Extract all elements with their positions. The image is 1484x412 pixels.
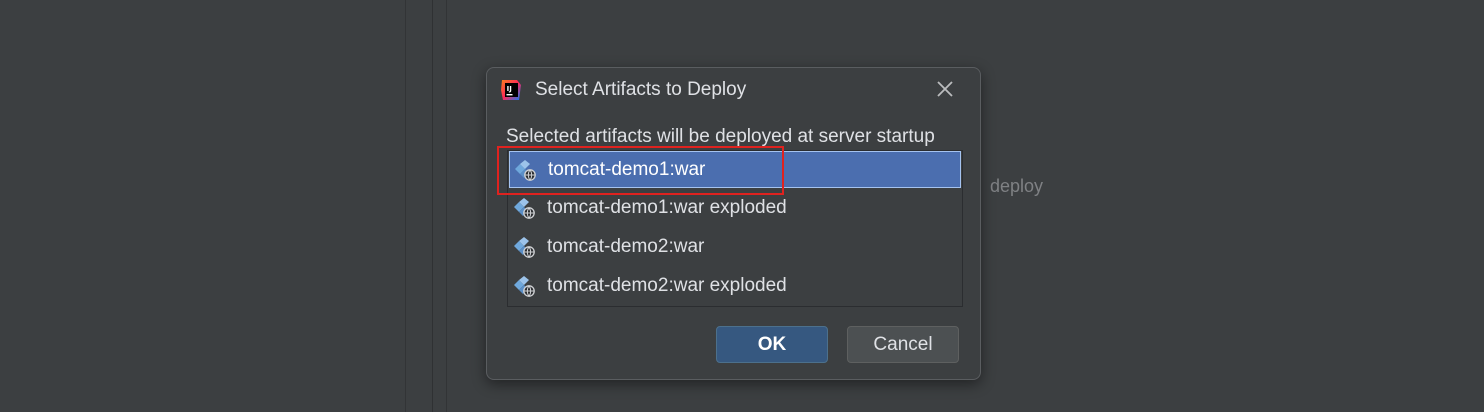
svg-text:IJ: IJ (507, 85, 512, 93)
ok-button[interactable]: OK (716, 326, 828, 363)
gutter-divider (432, 0, 433, 412)
artifact-list-item[interactable]: tomcat-demo1:war exploded (509, 190, 961, 227)
dialog-title: Select Artifacts to Deploy (535, 79, 747, 100)
content-divider (446, 0, 447, 412)
artifact-label: tomcat-demo1:war exploded (547, 197, 787, 218)
web-artifact-icon (514, 237, 535, 258)
artifact-label: tomcat-demo1:war (548, 159, 706, 180)
dialog-description: Selected artifacts will be deployed at s… (506, 126, 935, 147)
cancel-button[interactable]: Cancel (847, 326, 959, 363)
close-icon[interactable] (931, 77, 959, 103)
web-artifact-icon (515, 160, 536, 181)
artifact-list-item[interactable]: tomcat-demo1:war (509, 151, 961, 188)
artifact-list[interactable]: tomcat-demo1:war tomcat-demo1:war explode… (507, 150, 963, 307)
artifact-list-item[interactable]: tomcat-demo2:war exploded (509, 268, 961, 305)
background-hint-text: deploy (990, 176, 1044, 196)
artifact-label: tomcat-demo2:war exploded (547, 275, 787, 296)
web-artifact-icon (514, 198, 535, 219)
web-artifact-icon (514, 276, 535, 297)
artifact-list-item[interactable]: tomcat-demo2:war (509, 229, 961, 266)
intellij-idea-icon: IJ (501, 80, 521, 100)
artifact-label: tomcat-demo2:war (547, 236, 705, 257)
editor-gutter (406, 0, 432, 412)
project-tool-window (0, 0, 405, 412)
select-artifacts-dialog: IJ Select Artifacts to Deploy Selected a… (486, 67, 981, 380)
